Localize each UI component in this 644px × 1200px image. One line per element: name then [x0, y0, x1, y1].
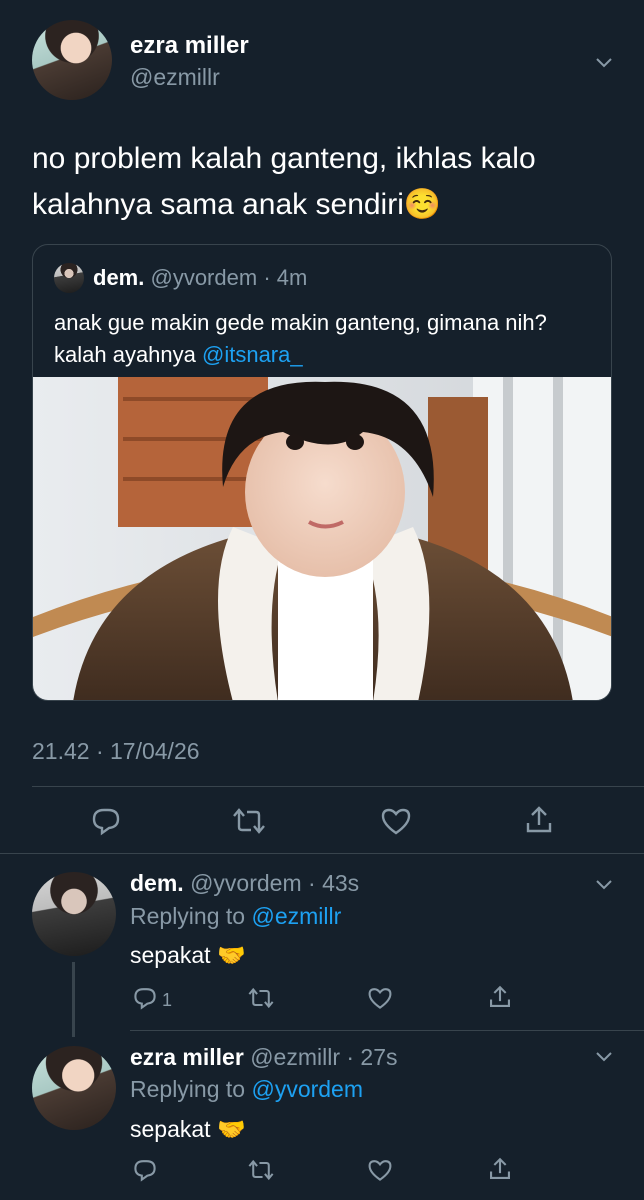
share-icon[interactable] [523, 804, 555, 836]
replying-to-label: Replying to [130, 903, 252, 929]
chevron-down-icon[interactable] [595, 878, 612, 890]
quoted-photo[interactable] [33, 377, 611, 700]
author-display-name[interactable]: ezra miller [130, 32, 249, 60]
chevron-down-icon[interactable] [595, 1050, 612, 1062]
quoted-text: anak gue makin gede makin ganteng, giman… [54, 307, 599, 371]
reply-icon[interactable] [132, 986, 158, 1010]
reply-display-name[interactable]: dem. [130, 870, 184, 896]
reply-icon[interactable] [132, 1158, 158, 1182]
replying-to-link[interactable]: @yvordem [251, 1076, 363, 1102]
reply-display-name[interactable]: ezra miller [130, 1044, 244, 1070]
quoted-display-name: dem. [93, 265, 145, 290]
reply-handle[interactable]: @yvordem [190, 870, 302, 896]
author-avatar[interactable] [32, 20, 112, 100]
heart-icon[interactable] [380, 806, 412, 836]
chevron-down-icon[interactable] [595, 56, 612, 68]
quoted-mention-link[interactable]: @itsnara_ [202, 342, 303, 367]
reply-handle[interactable]: @ezmillr [250, 1044, 340, 1070]
reply-avatar[interactable] [32, 872, 116, 956]
divider [130, 1030, 644, 1031]
thread-line [72, 962, 75, 1037]
retweet-icon[interactable] [231, 806, 267, 836]
reply-avatar[interactable] [32, 1046, 116, 1130]
reply-age[interactable]: · 43s [308, 870, 359, 896]
heart-icon[interactable] [367, 986, 393, 1010]
tweet-text: no problem kalah ganteng, ikhlas kalo ka… [32, 142, 536, 221]
share-icon[interactable] [487, 1156, 513, 1182]
replying-to-label: Replying to [130, 1076, 252, 1102]
tweet-timestamp[interactable]: 21.42 · 17/04/26 [32, 738, 200, 765]
reply-count: 1 [162, 990, 173, 1010]
reply-text: sepakat 🤝 [130, 942, 246, 968]
reply-age[interactable]: · 27s [346, 1044, 397, 1070]
retweet-icon[interactable] [247, 986, 275, 1010]
divider [0, 853, 644, 854]
divider [32, 786, 644, 787]
quoted-author-avatar [54, 263, 84, 293]
quoted-age: · 4m [263, 265, 308, 290]
reply-text: sepakat 🤝 [130, 1116, 246, 1142]
heart-icon[interactable] [367, 1158, 393, 1182]
share-icon[interactable] [487, 984, 513, 1010]
author-handle[interactable]: @ezmillr [130, 64, 220, 91]
quoted-tweet[interactable]: dem. @yvordem · 4m anak gue makin gede m… [32, 244, 612, 701]
retweet-icon[interactable] [247, 1158, 275, 1182]
quoted-handle: @yvordem [150, 265, 258, 290]
replying-to-link[interactable]: @ezmillr [251, 903, 341, 929]
reply-icon[interactable] [90, 806, 122, 836]
